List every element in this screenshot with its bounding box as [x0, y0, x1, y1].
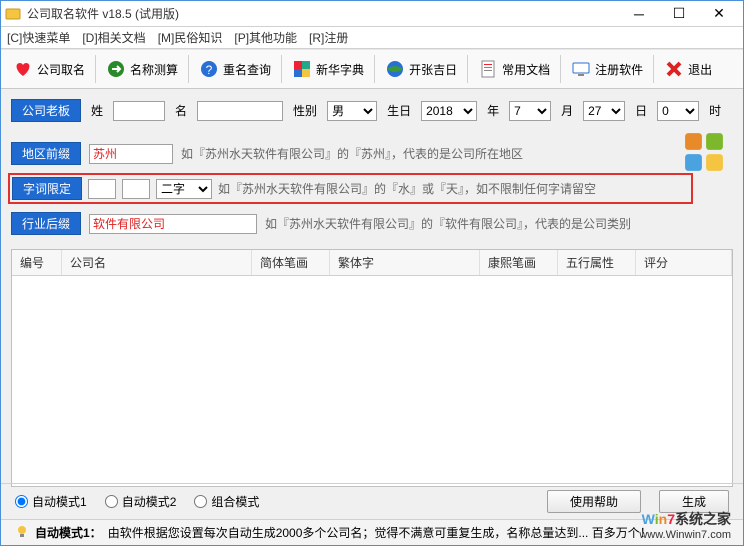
region-label[interactable]: 地区前缀 — [11, 142, 81, 165]
watermark: Win7系统之家 www.Winwin7.com — [639, 509, 731, 541]
app-icon — [5, 6, 21, 22]
results-table[interactable]: 编号 公司名 简体笔画 繁体字 康熙笔画 五行属性 评分 — [11, 249, 733, 487]
region-input[interactable] — [89, 144, 173, 164]
tb-company-naming[interactable]: 公司取名 — [7, 55, 91, 83]
heart-icon — [13, 59, 33, 79]
year-select[interactable]: 2018 — [421, 101, 477, 121]
mode-auto2[interactable]: 自动模式2 — [105, 493, 177, 510]
col-trad[interactable]: 繁体字 — [330, 250, 480, 275]
col-kangxi[interactable]: 康熙笔画 — [480, 250, 558, 275]
menu-register[interactable]: [R]注册 — [309, 29, 348, 46]
menu-other[interactable]: [P]其他功能 — [234, 29, 297, 46]
month-select[interactable]: 7 — [509, 101, 551, 121]
tb-name-test[interactable]: 名称测算 — [100, 55, 184, 83]
surname-input[interactable] — [113, 101, 165, 121]
flag-icon — [292, 59, 312, 79]
minimize-button[interactable]: ─ — [619, 2, 659, 26]
help-button[interactable]: 使用帮助 — [547, 490, 641, 513]
given-label: 名 — [171, 102, 191, 119]
doc-icon — [478, 59, 498, 79]
boss-label[interactable]: 公司老板 — [11, 99, 81, 122]
wordlimit-label[interactable]: 字词限定 — [12, 177, 82, 200]
wordlimit-input-1[interactable] — [88, 179, 116, 199]
wordlimit-input-2[interactable] — [122, 179, 150, 199]
close-button[interactable]: ✕ — [699, 2, 739, 26]
tb-exit[interactable]: 退出 — [658, 55, 718, 83]
wordlimit-select[interactable]: 二字 — [156, 179, 212, 199]
menu-docs[interactable]: [D]相关文档 — [82, 29, 145, 46]
mode-auto1[interactable]: 自动模式1 — [15, 493, 87, 510]
col-id[interactable]: 编号 — [12, 250, 62, 275]
surname-label: 姓 — [87, 102, 107, 119]
window-title: 公司取名软件 v18.5 (试用版) — [27, 5, 619, 22]
tb-common-docs[interactable]: 常用文档 — [472, 55, 556, 83]
x-icon — [664, 59, 684, 79]
col-simp[interactable]: 简体笔画 — [252, 250, 330, 275]
tb-register[interactable]: 注册软件 — [565, 55, 649, 83]
day-select[interactable]: 27 — [583, 101, 625, 121]
status-mode: 自动模式1： — [35, 524, 102, 541]
gender-select[interactable]: 男 — [327, 101, 377, 121]
maximize-button[interactable]: ☐ — [659, 2, 699, 26]
wordlimit-hint: 如『苏州水天软件有限公司』的『水』或『天』，如不限制任何字请留空 — [218, 180, 596, 197]
hour-select[interactable]: 0 — [657, 101, 699, 121]
gender-label: 性别 — [289, 102, 321, 119]
region-hint: 如『苏州水天软件有限公司』的『苏州』，代表的是公司所在地区 — [181, 145, 523, 162]
status-text: 由软件根据您设置每次自动生成2000多个公司名；觉得不满意可重复生成，名称总量达… — [108, 524, 652, 541]
office-icon — [683, 131, 725, 173]
tb-dup-check[interactable]: ?重名查询 — [193, 55, 277, 83]
col-name[interactable]: 公司名 — [62, 250, 252, 275]
col-wuxing[interactable]: 五行属性 — [558, 250, 636, 275]
menu-quick[interactable]: [C]快速菜单 — [7, 29, 70, 46]
suffix-label[interactable]: 行业后缀 — [11, 212, 81, 235]
birth-label: 生日 — [383, 102, 415, 119]
menu-folk[interactable]: [M]民俗知识 — [158, 29, 223, 46]
tb-lucky-day[interactable]: 开张吉日 — [379, 55, 463, 83]
col-score[interactable]: 评分 — [636, 250, 732, 275]
arrow-icon — [106, 59, 126, 79]
tb-dictionary[interactable]: 新华字典 — [286, 55, 370, 83]
svg-text:?: ? — [206, 63, 213, 77]
question-icon: ? — [199, 59, 219, 79]
suffix-hint: 如『苏州水天软件有限公司』的『软件有限公司』，代表的是公司类别 — [265, 215, 631, 232]
globe-icon — [385, 59, 405, 79]
suffix-input[interactable] — [89, 214, 257, 234]
monitor-icon — [571, 59, 591, 79]
bulb-icon — [15, 524, 29, 541]
mode-combo[interactable]: 组合模式 — [194, 493, 259, 510]
given-input[interactable] — [197, 101, 283, 121]
